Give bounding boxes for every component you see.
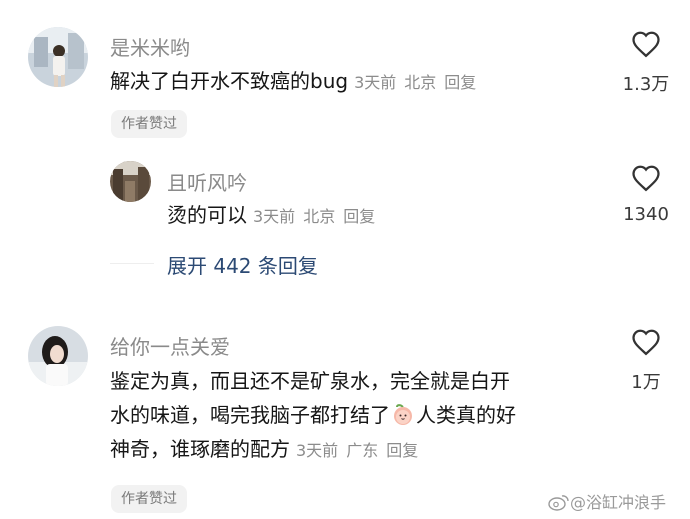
reply-like-count: 1340 xyxy=(623,204,669,225)
comment-text-block: 鉴定为真，而且还不是矿泉水，完全就是白开 水的味道，喝完我脑子都打结了 人类真的… xyxy=(110,364,610,468)
weibo-logo-icon xyxy=(548,493,570,511)
comment-username[interactable]: 是米米哟 xyxy=(110,32,190,61)
comment-time: 3天前 xyxy=(354,73,397,92)
reply-username[interactable]: 且听风吟 xyxy=(167,167,247,196)
comment-text-row: 解决了白开水不致癌的bug 3天前 北京 回复 xyxy=(110,64,476,100)
comment-location: 广东 xyxy=(346,441,379,460)
watermark-text: @浴缸冲浪手 xyxy=(570,493,667,512)
reply-avatar[interactable] xyxy=(110,161,151,202)
author-liked-badge: 作者赞过 xyxy=(111,485,187,513)
comment-text-segment: 神奇，谁琢磨的配方 xyxy=(110,437,290,461)
reply-reply-button[interactable]: 回复 xyxy=(343,207,375,226)
like-count: 1.3万 xyxy=(622,74,670,95)
reply-text-row: 烫的可以 3天前 北京 回复 xyxy=(167,198,375,234)
peach-face-emoji-icon xyxy=(391,402,415,426)
watermark: @浴缸冲浪手 xyxy=(548,489,666,513)
comment-username[interactable]: 给你一点关爱 xyxy=(110,331,230,360)
heart-icon xyxy=(616,164,676,196)
comment-text-line-3: 神奇，谁琢磨的配方 3天前 广东 回复 xyxy=(110,432,610,468)
comment-text-line-2: 水的味道，喝完我脑子都打结了 人类真的好 xyxy=(110,398,610,432)
heart-icon xyxy=(616,328,676,360)
like-count: 1万 xyxy=(631,372,661,393)
comment-text: 解决了白开水不致癌的bug xyxy=(110,69,349,93)
avatar[interactable] xyxy=(28,326,88,386)
comment-time: 3天前 xyxy=(296,441,339,460)
comment-text-line: 鉴定为真，而且还不是矿泉水，完全就是白开 xyxy=(110,369,510,393)
author-liked-badge: 作者赞过 xyxy=(111,110,187,138)
expand-replies-button[interactable]: 展开 442 条回复 xyxy=(167,250,318,279)
avatar[interactable] xyxy=(28,27,88,87)
expand-divider xyxy=(110,263,154,264)
comment-text-segment: 水的味道，喝完我脑子都打结了 xyxy=(110,403,390,427)
reply-time: 3天前 xyxy=(253,207,296,226)
reply-button[interactable]: 回复 xyxy=(444,73,476,92)
reply-text: 烫的可以 xyxy=(167,203,247,227)
heart-icon xyxy=(616,30,676,62)
reply-location: 北京 xyxy=(303,207,336,226)
reply-button[interactable]: 回复 xyxy=(386,441,418,460)
comment-text-segment: 人类真的好 xyxy=(416,403,516,427)
comment-location: 北京 xyxy=(404,73,437,92)
like-button[interactable]: 1.3万 xyxy=(616,30,676,96)
like-button[interactable]: 1万 xyxy=(616,328,676,394)
reply-like-button[interactable]: 1340 xyxy=(616,164,676,225)
